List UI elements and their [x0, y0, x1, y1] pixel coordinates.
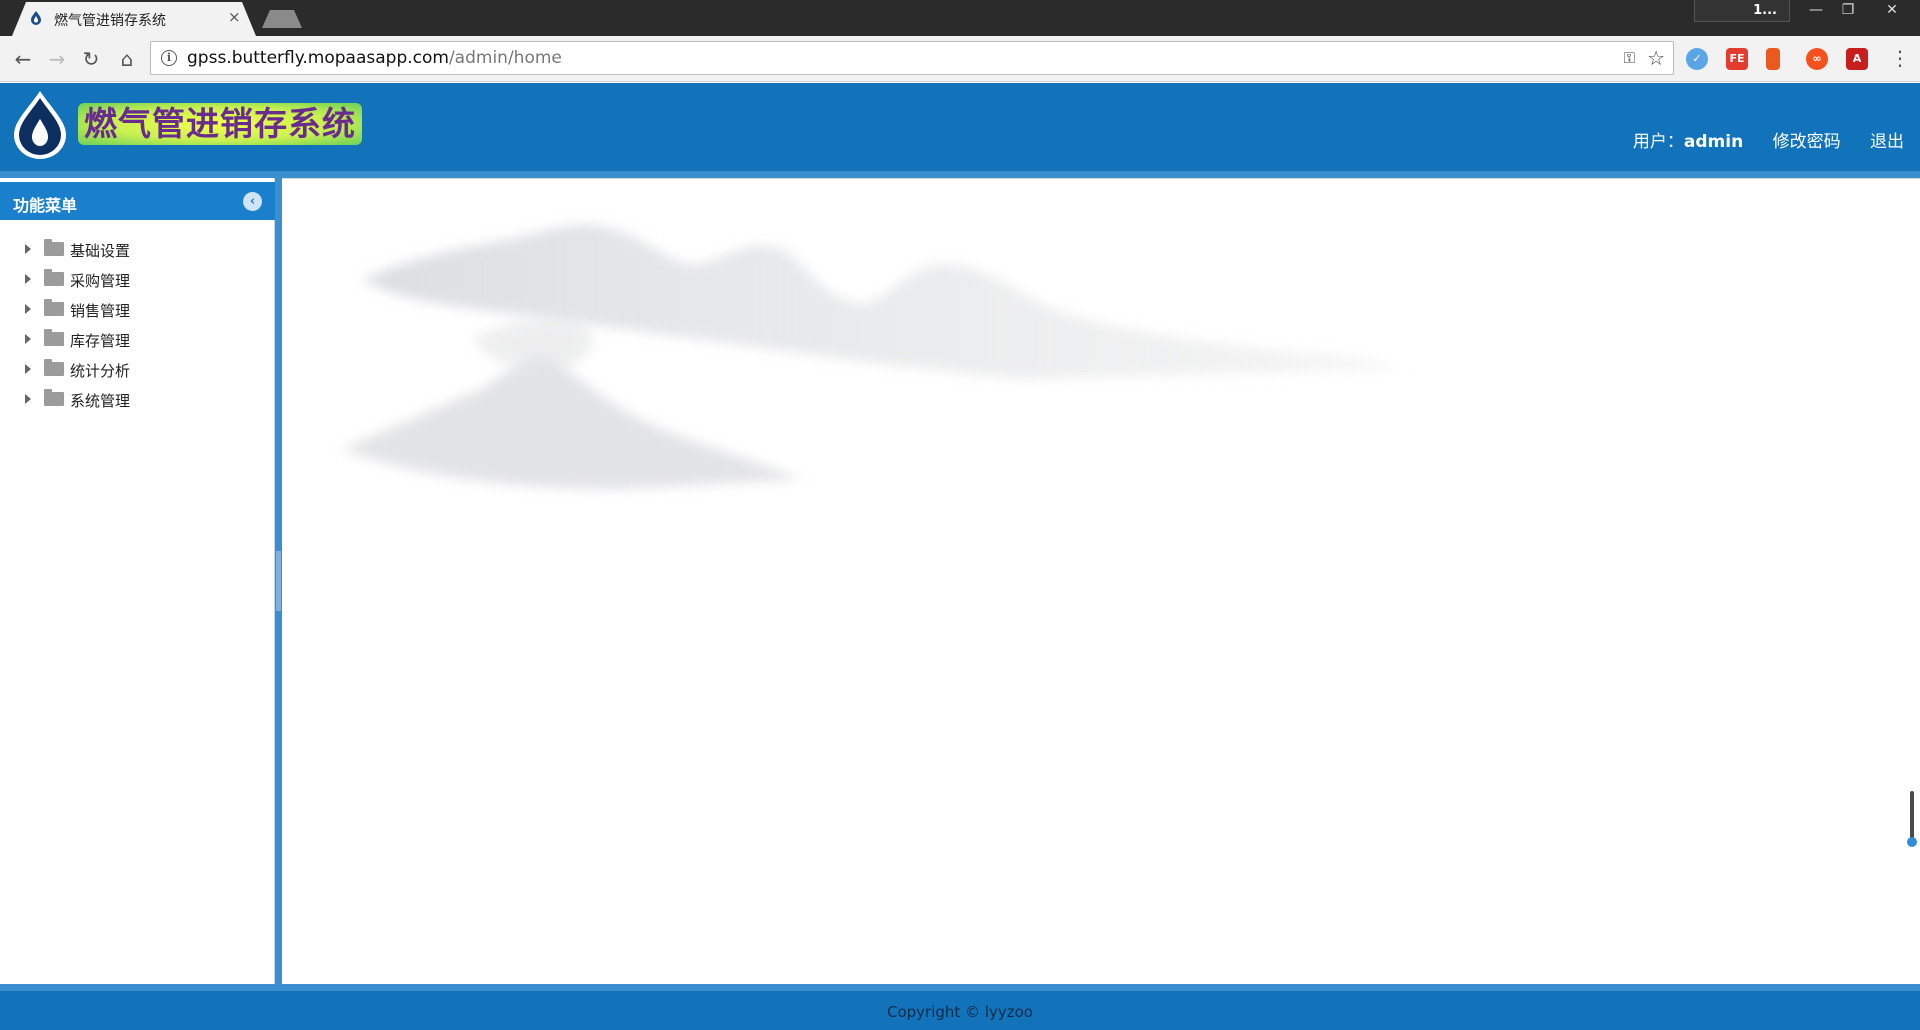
menu-item-label: 销售管理 — [70, 302, 131, 320]
menu-tree: 基础设置 采购管理 销售管理 库存管理 统计分析 系统管理 — [0, 234, 275, 414]
expand-triangle-icon[interactable] — [25, 364, 31, 374]
user-label: 用户： — [1632, 132, 1684, 152]
folder-icon — [44, 299, 64, 316]
expand-triangle-icon[interactable] — [25, 304, 31, 314]
menu-item-basic-settings[interactable]: 基础设置 — [0, 234, 275, 264]
main-content — [282, 178, 1920, 984]
url-path: /admin/home — [448, 48, 562, 68]
expand-triangle-icon[interactable] — [25, 394, 31, 404]
bookmark-star-icon[interactable]: ☆ — [1647, 46, 1665, 70]
menu-item-purchasing[interactable]: 采购管理 — [0, 264, 275, 294]
url-host: gpss.butterfly.mopaasapp.com — [187, 48, 449, 68]
extension-fe-helper-icon[interactable]: FE — [1726, 48, 1748, 70]
forward-arrow-icon[interactable]: → — [44, 46, 70, 72]
folder-icon — [44, 269, 64, 286]
app-logo-title: 燃气管进销存系统 — [78, 103, 362, 145]
folder-icon — [44, 389, 64, 406]
browser-toolbar: ← → ↻ ⌂ i gpss.butterfly.mopaasapp.com/a… — [0, 36, 1920, 82]
window-minimize-icon[interactable]: — — [1800, 0, 1832, 22]
extension-acrobat-icon[interactable]: A — [1846, 48, 1868, 70]
layout-splitter[interactable] — [275, 178, 282, 984]
back-arrow-icon[interactable]: ← — [10, 46, 36, 72]
expand-triangle-icon[interactable] — [25, 334, 31, 344]
browser-tabstrip: 燃气管进销存系统 × 1... — ❐ ✕ — [0, 0, 1920, 36]
scroll-indicator-dot[interactable] — [1907, 837, 1917, 847]
menu-item-system[interactable]: 系统管理 — [0, 384, 275, 414]
folder-icon — [44, 329, 64, 346]
tab-close-icon[interactable]: × — [228, 8, 241, 26]
app-footer: Copyright © lyyzoo — [0, 984, 1920, 1030]
flame-favicon-icon — [31, 11, 41, 25]
window-close-icon[interactable]: ✕ — [1868, 0, 1916, 22]
menu-item-sales[interactable]: 销售管理 — [0, 294, 275, 324]
browser-menu-icon[interactable]: ⋮ — [1890, 46, 1910, 70]
menu-item-inventory[interactable]: 库存管理 — [0, 324, 275, 354]
browser-tab-title: 燃气管进销存系统 — [54, 13, 166, 29]
menu-item-label: 基础设置 — [70, 242, 131, 260]
key-icon[interactable]: ⚿ — [1624, 49, 1635, 67]
menu-item-label: 采购管理 — [70, 272, 131, 290]
profile-button[interactable]: 1... — [1694, 0, 1790, 22]
reload-icon[interactable]: ↻ — [78, 46, 104, 72]
window-restore-icon[interactable]: ❐ — [1832, 0, 1864, 22]
header-user-links: 用户：admin 修改密码 退出 — [1609, 127, 1904, 152]
extension-office-icon[interactable] — [1766, 48, 1780, 70]
app-header: 燃气管进销存系统 用户：admin 修改密码 退出 — [0, 83, 1920, 171]
menu-item-label: 系统管理 — [70, 392, 131, 410]
menu-item-label: 统计分析 — [70, 362, 131, 380]
collapse-sidebar-icon[interactable]: ‹ — [243, 192, 262, 211]
ink-landscape-background — [342, 224, 1402, 489]
logout-link[interactable]: 退出 — [1870, 132, 1904, 152]
change-password-link[interactable]: 修改密码 — [1773, 132, 1841, 152]
menu-item-label: 库存管理 — [70, 332, 131, 350]
address-bar[interactable]: i gpss.butterfly.mopaasapp.com/admin/hom… — [150, 41, 1674, 75]
flame-logo-icon — [14, 91, 66, 159]
new-tab-button[interactable] — [262, 10, 302, 28]
sidebar: 功能菜单 ‹ 基础设置 采购管理 销售管理 库存管理 统计分析 系统管理 — [0, 178, 275, 984]
header-separator — [0, 171, 1920, 178]
expand-triangle-icon[interactable] — [25, 244, 31, 254]
site-info-icon[interactable]: i — [161, 50, 177, 66]
scroll-indicator[interactable] — [1910, 791, 1914, 843]
url-text[interactable]: gpss.butterfly.mopaasapp.com/admin/home — [187, 48, 562, 68]
splitter-handle[interactable] — [276, 551, 281, 611]
menu-item-statistics[interactable]: 统计分析 — [0, 354, 275, 384]
user-name: admin — [1683, 132, 1744, 152]
folder-icon — [44, 239, 64, 256]
sidebar-title: 功能菜单 — [13, 196, 78, 215]
extension-infinity-icon[interactable]: ∞ — [1806, 48, 1828, 70]
folder-icon — [44, 359, 64, 376]
expand-triangle-icon[interactable] — [25, 274, 31, 284]
sidebar-header: 功能菜单 ‹ — [0, 182, 275, 220]
home-icon[interactable]: ⌂ — [114, 46, 140, 72]
copyright-text: Copyright © lyyzoo — [887, 1003, 1033, 1021]
extension-feedly-icon[interactable]: ✓ — [1686, 48, 1708, 70]
